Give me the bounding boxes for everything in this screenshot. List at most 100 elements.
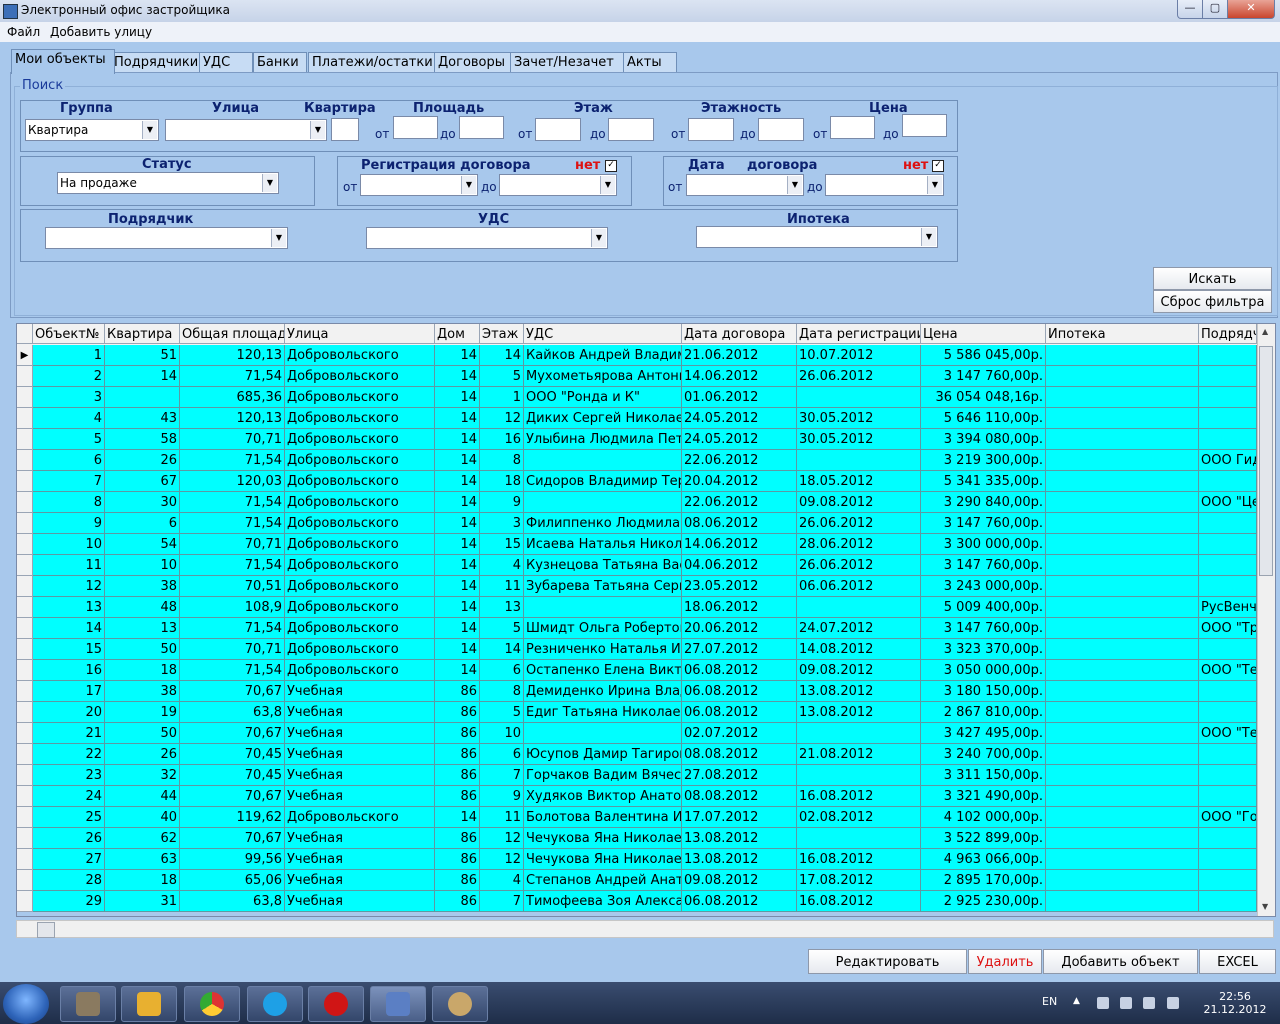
table-row[interactable]: 11 10 71,54 Добровольского 14 4 Кузнецова Тать…	[17, 555, 1257, 576]
table-cell[interactable]	[1199, 828, 1257, 849]
table-cell[interactable]: 70,67	[180, 828, 285, 849]
row-indicator[interactable]	[17, 408, 33, 429]
table-cell[interactable]: Юсупов Дамир Тагирович	[524, 744, 682, 765]
floor-from-input[interactable]	[535, 118, 581, 141]
tab-banks[interactable]: Банки	[253, 52, 307, 73]
tab-acts[interactable]: Акты	[623, 52, 677, 73]
table-cell[interactable]	[1046, 849, 1199, 870]
table-cell[interactable]: 14	[33, 618, 105, 639]
group-select[interactable]: Квартира ▼	[25, 119, 159, 141]
table-cell[interactable]	[1046, 366, 1199, 387]
table-cell[interactable]: ООО "Ронда и К"	[524, 387, 682, 408]
table-cell[interactable]: Добровольского	[285, 639, 435, 660]
table-cell[interactable]: Учебная	[285, 891, 435, 912]
table-cell[interactable]	[1199, 576, 1257, 597]
table-cell[interactable]: 27	[33, 849, 105, 870]
table-cell[interactable]: 30.05.2012	[797, 408, 921, 429]
search-button[interactable]: Искать	[1153, 267, 1272, 290]
table-cell[interactable]: Учебная	[285, 786, 435, 807]
row-indicator[interactable]	[17, 807, 33, 828]
table-cell[interactable]: 3 050 000,00р.	[921, 660, 1046, 681]
table-cell[interactable]: Учебная	[285, 870, 435, 891]
table-cell[interactable]: 70,71	[180, 639, 285, 660]
status-select[interactable]: На продаже ▼	[57, 172, 279, 194]
table-cell[interactable]	[1046, 450, 1199, 471]
table-cell[interactable]: 22	[33, 744, 105, 765]
table-cell[interactable]	[1046, 870, 1199, 891]
table-cell[interactable]: 5 341 335,00р.	[921, 471, 1046, 492]
table-cell[interactable]: 16	[480, 429, 524, 450]
table-cell[interactable]: Добровольского	[285, 597, 435, 618]
row-indicator[interactable]	[17, 870, 33, 891]
row-pointer-icon[interactable]: ▶	[17, 345, 33, 366]
table-cell[interactable]: 9	[480, 492, 524, 513]
table-row[interactable]: 9 6 71,54 Добровольского 14 3 Филиппенко Людми…	[17, 513, 1257, 534]
table-cell[interactable]: 120,13	[180, 345, 285, 366]
table-cell[interactable]	[1046, 471, 1199, 492]
table-cell[interactable]: Добровольского	[285, 534, 435, 555]
table-cell[interactable]: 30	[105, 492, 180, 513]
taskbar-app-office[interactable]	[370, 986, 426, 1022]
table-cell[interactable]	[1199, 639, 1257, 660]
table-cell[interactable]: Чечукова Яна Николаевна	[524, 849, 682, 870]
table-cell[interactable]: Добровольского	[285, 450, 435, 471]
table-row[interactable]: 233270,45Учебная867Горчаков Вадим Вячесл…	[17, 765, 1257, 786]
table-row[interactable]: 4 43 120,13 Добровольского 14 12 Диких Сергей …	[17, 408, 1257, 429]
table-cell[interactable]: 12	[33, 576, 105, 597]
row-indicator[interactable]	[17, 555, 33, 576]
table-cell[interactable]	[1199, 891, 1257, 912]
table-cell[interactable]: 09.08.2012	[797, 492, 921, 513]
table-cell[interactable]: 09.08.2012	[682, 870, 797, 891]
table-cell[interactable]: Остапенко Елена Викторовна	[524, 660, 682, 681]
table-cell[interactable]: 06.08.2012	[682, 891, 797, 912]
table-cell[interactable]: 71,54	[180, 513, 285, 534]
table-cell[interactable]: 65,06	[180, 870, 285, 891]
table-cell[interactable]: 1	[480, 387, 524, 408]
table-cell[interactable]: 13.08.2012	[682, 849, 797, 870]
chevron-down-icon[interactable]: ▼	[591, 229, 606, 247]
tab-contracts[interactable]: Договоры	[434, 52, 512, 73]
row-indicator[interactable]	[17, 618, 33, 639]
table-cell[interactable]: 31	[105, 891, 180, 912]
table-cell[interactable]: 3 522 899,00р.	[921, 828, 1046, 849]
table-row[interactable]: 26 62 70,67 Учебная 86 12 Чечукова Яна Николае…	[17, 828, 1257, 849]
table-cell[interactable]: 6	[105, 513, 180, 534]
table-cell[interactable]: Болотова Валентина И	[524, 807, 682, 828]
table-cell[interactable]: 8	[480, 450, 524, 471]
table-cell[interactable]: 21.08.2012	[797, 744, 921, 765]
menu-file[interactable]: Файл	[7, 25, 40, 39]
table-cell[interactable]: 02.07.2012	[682, 723, 797, 744]
table-cell[interactable]: 86	[435, 765, 480, 786]
table-cell[interactable]: 51	[105, 345, 180, 366]
floors-to-input[interactable]	[758, 118, 804, 141]
table-cell[interactable]	[1046, 555, 1199, 576]
table-row[interactable]: 201963,8Учебная865Едиг Татьяна Николаевн…	[17, 702, 1257, 723]
edit-button[interactable]: Редактировать	[808, 949, 967, 974]
table-cell[interactable]: 3 180 150,00р.	[921, 681, 1046, 702]
table-cell[interactable]: ООО "Те	[1199, 660, 1257, 681]
row-indicator[interactable]	[17, 471, 33, 492]
table-cell[interactable]: 1	[33, 345, 105, 366]
table-cell[interactable]: 4 963 066,00р.	[921, 849, 1046, 870]
row-indicator[interactable]	[17, 492, 33, 513]
table-cell[interactable]: 9	[33, 513, 105, 534]
row-indicator[interactable]	[17, 513, 33, 534]
table-cell[interactable]: Добровольского	[285, 387, 435, 408]
table-cell[interactable]: 63	[105, 849, 180, 870]
table-row[interactable]: 173870,67Учебная868Демиденко Ирина Влади…	[17, 681, 1257, 702]
table-cell[interactable]: 70,71	[180, 534, 285, 555]
table-cell[interactable]	[1199, 765, 1257, 786]
contract-date-from-select[interactable]: ▼	[686, 174, 804, 196]
table-row[interactable]: 293163,8Учебная867Тимофеева Зоя Александ…	[17, 891, 1257, 912]
table-cell[interactable]: Филиппенко Людмила Е	[524, 513, 682, 534]
table-cell[interactable]: 11	[33, 555, 105, 576]
table-cell[interactable]: 5 009 400,00р.	[921, 597, 1046, 618]
table-cell[interactable]: 71,54	[180, 492, 285, 513]
table-row[interactable]: 13 48 108,9 Добровольского 14 13 18.06.2012 5 0…	[17, 597, 1257, 618]
horizontal-scrollbar[interactable]	[16, 920, 1274, 938]
table-cell[interactable]: 70,45	[180, 765, 285, 786]
table-cell[interactable]: 86	[435, 744, 480, 765]
table-cell[interactable]	[1199, 387, 1257, 408]
table-cell[interactable]: 14	[435, 387, 480, 408]
table-cell[interactable]: Улыбина Людмила Петровна	[524, 429, 682, 450]
